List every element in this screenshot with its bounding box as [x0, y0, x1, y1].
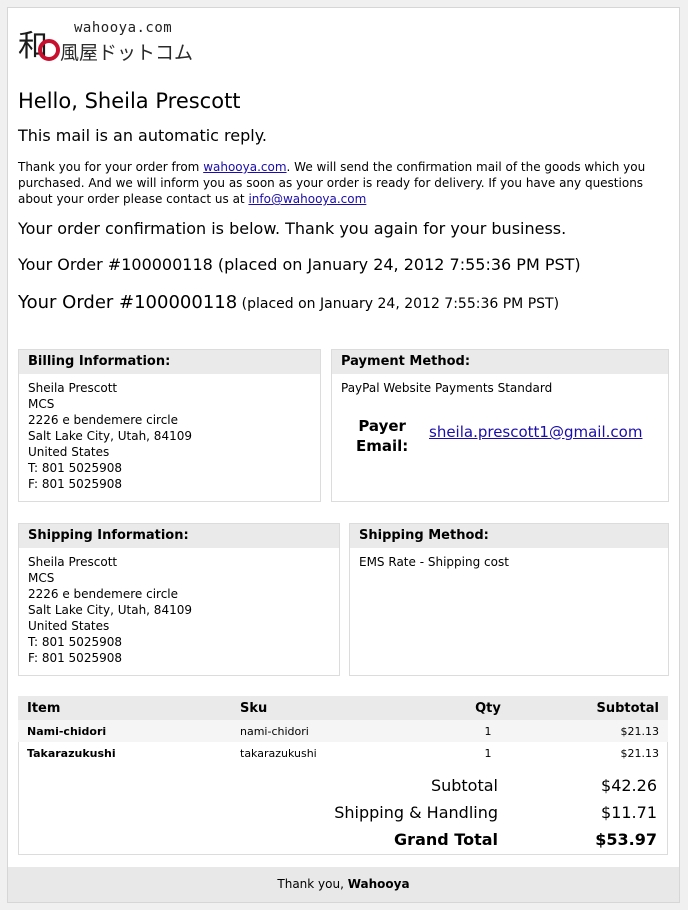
- shipping-line: 2226 e bendemere circle: [28, 587, 179, 601]
- shipping-line: MCS: [28, 571, 55, 585]
- item-sku: nami-chidori: [231, 720, 449, 742]
- item-subtotal: $21.13: [527, 720, 668, 742]
- shipping-info-title: Shipping Information:: [19, 524, 339, 548]
- order-items-table: Item Sku Qty Subtotal Nami-chidori nami-…: [18, 696, 668, 764]
- logo-mark-icon: 和: [18, 29, 60, 64]
- wahooya-logo[interactable]: 和 wahooya.com 風屋ドットコム: [18, 20, 193, 68]
- footer-sender: Wahooya: [347, 877, 410, 891]
- billing-line: 2226 e bendemere circle: [28, 413, 179, 427]
- billing-line: MCS: [28, 397, 55, 411]
- grand-total-row: Grand Total $53.97: [18, 828, 668, 855]
- payment-method-body: PayPal Website Payments Standard: [332, 374, 668, 402]
- intro-paragraph: Thank you for your order from wahooya.co…: [18, 159, 669, 207]
- billing-info-box: Billing Information: Sheila Prescott MCS…: [18, 349, 321, 502]
- billing-line: T: 801 5025908: [28, 461, 123, 475]
- shipping-line: Sheila Prescott: [28, 555, 118, 569]
- logo-domain: wahooya.com: [74, 20, 173, 36]
- payment-method-title: Payment Method:: [332, 350, 668, 374]
- confirmation-note: Your order confirmation is below. Thank …: [18, 219, 567, 238]
- shipping-line: F: 801 5025908: [28, 651, 122, 665]
- order-heading-large: Your Order #100000118 (placed on January…: [18, 292, 669, 315]
- col-sku: Sku: [231, 696, 449, 720]
- shipping-line: Salt Lake City, Utah, 84109: [28, 603, 192, 617]
- billing-line: United States: [28, 445, 110, 459]
- billing-info-title: Billing Information:: [19, 350, 320, 374]
- grand-total-label: Grand Total: [394, 830, 498, 849]
- payment-method-box: Payment Method: PayPal Website Payments …: [331, 349, 669, 502]
- billing-line: Sheila Prescott: [28, 381, 118, 395]
- order-number: Your Order #100000118: [18, 292, 238, 313]
- greeting: Hello, Sheila Prescott: [18, 89, 241, 113]
- shipping-info-box: Shipping Information: Sheila Prescott MC…: [18, 523, 340, 676]
- item-subtotal: $21.13: [620, 746, 660, 760]
- item-name: Takarazukushi: [27, 746, 116, 760]
- subtotal-label: Subtotal: [430, 776, 498, 795]
- order-heading: Your Order #100000118 (placed on January…: [18, 255, 581, 274]
- billing-line: Salt Lake City, Utah, 84109: [28, 429, 192, 443]
- shipping-value: $11.71: [601, 803, 657, 822]
- shipping-line: United States: [28, 619, 110, 633]
- payer-email-label: Payer Email:: [356, 416, 408, 456]
- grand-total-value: $53.97: [595, 830, 657, 849]
- shipping-method-body: EMS Rate - Shipping cost: [350, 548, 668, 576]
- table-row: Nami-chidori nami-chidori 1 $21.13: [18, 720, 668, 742]
- billing-address: Sheila Prescott MCS 2226 e bendemere cir…: [19, 374, 320, 498]
- payer-email-link[interactable]: sheila.prescott1@gmail.com: [429, 424, 642, 440]
- shipping-address: Sheila Prescott MCS 2226 e bendemere cir…: [19, 548, 339, 672]
- payer-label-line: Email:: [356, 437, 409, 455]
- footer: Thank you, Wahooya: [8, 867, 679, 902]
- col-item: Item: [18, 696, 231, 720]
- site-link[interactable]: wahooya.com: [203, 160, 286, 174]
- email-body: 和 wahooya.com 風屋ドットコム Hello, Sheila Pres…: [7, 7, 680, 903]
- payment-method-value: PayPal Website Payments Standard: [341, 381, 553, 395]
- items-header-row: Item Sku Qty Subtotal: [18, 696, 668, 720]
- logo-japanese-text: 風屋ドットコム: [60, 42, 194, 64]
- item-sku: takarazukushi: [240, 746, 317, 760]
- shipping-method-value: EMS Rate - Shipping cost: [359, 555, 509, 569]
- table-row: Takarazukushi takarazukushi 1 $21.13: [18, 742, 668, 764]
- main-content: Hello, Sheila Prescott This mail is an a…: [18, 88, 669, 315]
- support-email-link[interactable]: info@wahooya.com: [248, 192, 366, 206]
- order-date: (placed on January 24, 2012 7:55:36 PM P…: [237, 296, 560, 312]
- item-qty: 1: [484, 746, 492, 760]
- col-subtotal: Subtotal: [527, 696, 668, 720]
- billing-line: F: 801 5025908: [28, 477, 122, 491]
- order-totals: Subtotal $42.26 Shipping & Handling $11.…: [18, 774, 668, 855]
- col-qty: Qty: [449, 696, 527, 720]
- subtotal-row: Subtotal $42.26: [18, 774, 668, 801]
- shipping-method-box: Shipping Method: EMS Rate - Shipping cos…: [349, 523, 669, 676]
- subtotal-value: $42.26: [601, 776, 657, 795]
- shipping-label: Shipping & Handling: [334, 803, 498, 822]
- footer-thanks: Thank you,: [277, 877, 348, 891]
- item-qty: 1: [449, 720, 527, 742]
- item-name: Nami-chidori: [18, 720, 231, 742]
- payer-label-line: Payer: [358, 417, 406, 435]
- intro-text-start: Thank you for your order from: [18, 160, 204, 174]
- shipping-line: T: 801 5025908: [28, 635, 123, 649]
- shipping-row: Shipping & Handling $11.71: [18, 801, 668, 828]
- shipping-method-title: Shipping Method:: [350, 524, 668, 548]
- auto-reply-note: This mail is an automatic reply.: [18, 126, 267, 145]
